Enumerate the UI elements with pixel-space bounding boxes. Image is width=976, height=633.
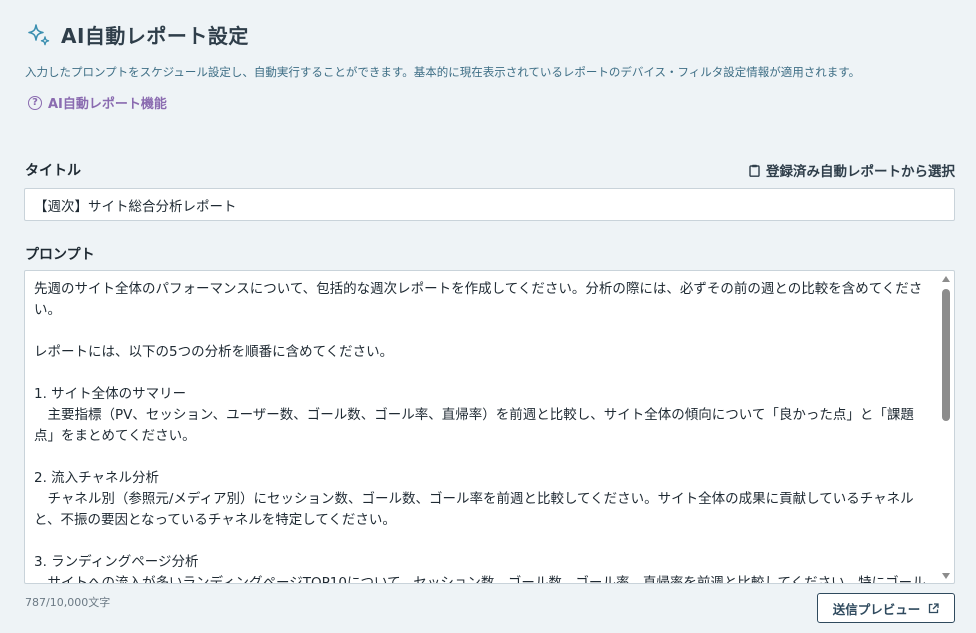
select-registered-report-label: 登録済み自動レポートから選択 <box>766 164 955 180</box>
page-header: AI自動レポート設定 <box>25 20 249 49</box>
prompt-textarea[interactable]: 先週のサイト全体のパフォーマンスについて、包括的な週次レポートを作成してください… <box>24 270 955 584</box>
scroll-up-arrow-icon[interactable] <box>942 276 950 282</box>
prompt-scrollbar[interactable] <box>940 273 952 581</box>
title-input[interactable] <box>24 188 955 221</box>
scroll-thumb[interactable] <box>942 289 950 421</box>
page-title: AI自動レポート設定 <box>61 24 249 48</box>
page-description: 入力したプロンプトをスケジュール設定し、自動実行することができます。基本的に現在… <box>25 65 861 79</box>
sparkle-icon <box>25 22 51 48</box>
scroll-down-arrow-icon[interactable] <box>942 573 950 579</box>
external-link-icon <box>928 602 939 614</box>
select-registered-report-link[interactable]: 登録済み自動レポートから選択 <box>749 160 955 180</box>
prompt-field-label: プロンプト <box>25 247 95 263</box>
send-preview-button[interactable]: 送信プレビュー <box>817 593 955 623</box>
prompt-text: 先週のサイト全体のパフォーマンスについて、包括的な週次レポートを作成してください… <box>34 281 926 584</box>
ai-report-settings-page: AI自動レポート設定 入力したプロンプトをスケジュール設定し、自動実行することが… <box>0 0 976 633</box>
help-link-label: AI自動レポート機能 <box>48 97 167 112</box>
prompt-char-count: 787/10,000文字 <box>25 596 111 609</box>
question-circle-icon: ? <box>28 95 42 110</box>
help-link-ai-report[interactable]: ? AI自動レポート機能 <box>28 93 167 112</box>
send-preview-label: 送信プレビュー <box>832 601 921 617</box>
title-field-label: タイトル <box>25 163 81 179</box>
clipboard-icon <box>749 164 760 177</box>
